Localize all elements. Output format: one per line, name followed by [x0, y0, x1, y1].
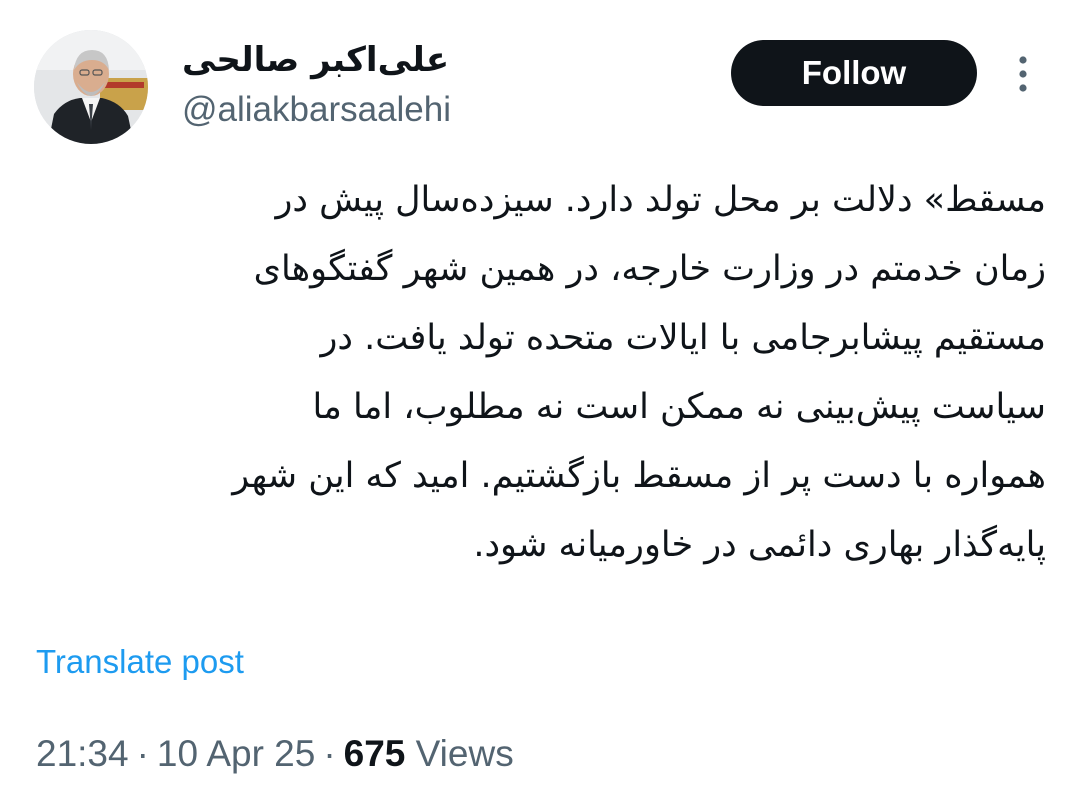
tweet-text-line: پایه‌گذار بهاری دائمی در خاورمیانه شود.	[473, 525, 1046, 565]
tweet-text-line: سیاست پیش‌بینی نه ممکن است نه مطلوب، اما…	[312, 387, 1046, 427]
meta-separator: ·	[323, 733, 336, 774]
tweet-text-line: همواره با دست پر از مسقط بازگشتیم. امید …	[232, 456, 1046, 496]
translate-post-link[interactable]: Translate post	[36, 640, 244, 684]
more-vertical-icon[interactable]	[1010, 52, 1036, 96]
views-label[interactable]: Views	[416, 733, 514, 774]
tweet-date[interactable]: 10 Apr 25	[157, 733, 315, 774]
avatar[interactable]	[34, 30, 148, 144]
tweet-text-line: مستقیم پیشابرجامی با ایالات متحده تولد ی…	[320, 318, 1046, 358]
tweet-text-line: زمان خدمتم در وزارت خارجه، در همین شهر گ…	[253, 249, 1046, 289]
views-count[interactable]: 675	[344, 733, 406, 774]
tweet-time[interactable]: 21:34	[36, 733, 129, 774]
author-display-name[interactable]: علی‌اکبر صالحی	[182, 38, 449, 82]
tweet-text: مسقط» دلالت بر محل تولد دارد. سیزده‌سال …	[36, 166, 1046, 580]
tweet-header: علی‌اکبر صالحی @aliakbarsaalehi Follow	[0, 0, 1080, 160]
tweet-text-line: مسقط» دلالت بر محل تولد دارد. سیزده‌سال …	[275, 180, 1046, 220]
meta-separator: ·	[136, 733, 149, 774]
tweet-meta: 21:34 · 10 Apr 25 · 675 Views	[36, 730, 514, 778]
author-handle[interactable]: @aliakbarsaalehi	[182, 88, 451, 132]
follow-button[interactable]: Follow	[731, 40, 977, 106]
avatar-image	[34, 30, 148, 144]
